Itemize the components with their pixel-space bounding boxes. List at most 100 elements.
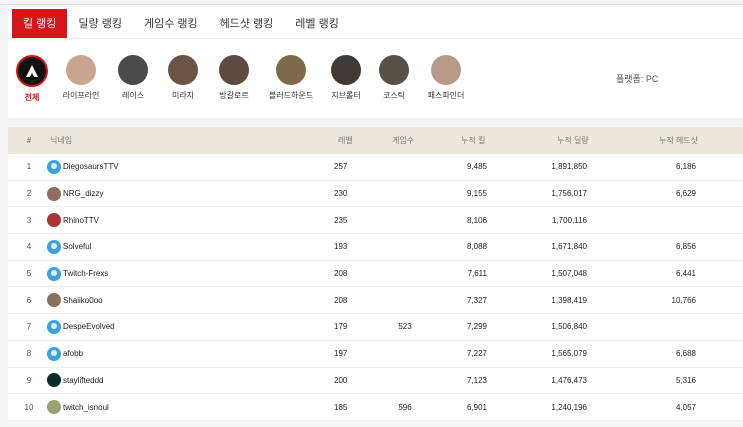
player-name[interactable]: RhinoTTV	[63, 216, 99, 225]
legend-gibraltar[interactable]: 지브롤터	[322, 55, 370, 103]
row-player[interactable]: NRG_dizzy	[47, 186, 103, 201]
row-player[interactable]: Shaiiko0oo	[47, 293, 103, 308]
row-rank: 4	[26, 242, 32, 252]
row-damage: 1,506,840	[551, 322, 587, 332]
row-headshots: 6,629	[675, 189, 696, 199]
player-name[interactable]: Solveful	[63, 242, 91, 251]
player-avatar-icon	[47, 239, 61, 254]
legend-pathfinder[interactable]: 패스파인더	[418, 55, 474, 103]
tab-games-ranking[interactable]: 게임수 랭킹	[133, 9, 209, 39]
legend-label: 방갈로르	[219, 91, 249, 100]
row-kills: 9,155	[466, 189, 487, 199]
legend-caustic[interactable]: 코스틱	[370, 55, 418, 103]
legend-label: 미라지	[171, 91, 195, 100]
row-player[interactable]: RhinoTTV	[47, 213, 99, 228]
player-name[interactable]: Shaiiko0oo	[63, 296, 103, 305]
row-player[interactable]: staylifteddd	[47, 373, 103, 388]
row-kills: 7,123	[466, 375, 487, 385]
pathfinder-portrait-icon	[431, 55, 461, 85]
row-rank: 7	[26, 322, 32, 332]
table-row[interactable]: 9 staylifteddd 200 7,123 1,476,473 5,316	[8, 367, 743, 395]
legend-bloodhound[interactable]: 블러드하운드	[260, 55, 322, 103]
row-player[interactable]: Twitch-Frexs	[47, 266, 108, 281]
row-player[interactable]: DespeEvolved	[47, 319, 115, 334]
tab-damage-ranking[interactable]: 딜량 랭킹	[67, 9, 133, 39]
row-damage: 1,700,116	[552, 215, 587, 225]
row-kills: 6,901	[466, 402, 487, 412]
legend-wraith[interactable]: 레이스	[108, 55, 158, 103]
platform-label: 플랫폼: PC	[616, 74, 659, 84]
row-level: 230	[334, 189, 348, 199]
table-row[interactable]: 3 RhinoTTV 235 8,106 1,700,116	[8, 207, 743, 235]
row-rank: 3	[26, 215, 32, 225]
table-row[interactable]: 8 afobb 197 7,227 1,565,079 6,688	[8, 340, 743, 368]
legend-lifeline[interactable]: 라이프라인	[54, 55, 108, 103]
row-level: 197	[334, 349, 348, 359]
row-player[interactable]: afobb	[47, 346, 83, 361]
row-kills: 8,106	[466, 215, 487, 225]
table-row[interactable]: 5 Twitch-Frexs 208 7,611 1,507,048 6,441	[8, 260, 743, 288]
player-name[interactable]: twitch_isnoul	[63, 403, 109, 412]
header-rank: #	[26, 136, 32, 145]
mirage-portrait-icon	[168, 55, 198, 85]
table-row[interactable]: 2 NRG_dizzy 230 9,155 1,756,017 6,629	[8, 180, 743, 208]
player-name[interactable]: DespeEvolved	[63, 322, 115, 331]
caustic-portrait-icon	[379, 55, 409, 85]
table-row[interactable]: 6 Shaiiko0oo 208 7,327 1,398,419 10,766	[8, 287, 743, 315]
tab-level-ranking[interactable]: 레벨 랭킹	[284, 9, 350, 39]
bangalore-portrait-icon	[219, 55, 249, 85]
lifeline-portrait-icon	[66, 55, 96, 85]
row-headshots: 6,441	[675, 269, 696, 279]
player-avatar-icon	[47, 186, 61, 201]
player-avatar-icon	[47, 293, 61, 308]
player-avatar-icon	[47, 400, 61, 415]
table-row[interactable]: 7 DespeEvolved 179 523 7,299 1,506,840	[8, 314, 743, 341]
row-level: 208	[334, 269, 348, 279]
row-kills: 7,611	[467, 269, 487, 279]
row-player[interactable]: Solveful	[47, 239, 91, 254]
row-player[interactable]: twitch_isnoul	[47, 400, 109, 415]
row-kills: 7,327	[466, 295, 487, 305]
row-damage: 1,476,473	[551, 375, 587, 385]
row-level: 257	[334, 162, 348, 172]
tab-divider	[8, 38, 743, 39]
header-level: 레벨	[338, 136, 353, 145]
player-name[interactable]: NRG_dizzy	[63, 189, 103, 198]
legend-all[interactable]: 전체	[14, 55, 50, 103]
row-headshots: 6,688	[675, 349, 696, 359]
player-name[interactable]: Twitch-Frexs	[63, 269, 108, 278]
bloodhound-portrait-icon	[276, 55, 306, 85]
row-kills: 9,485	[466, 162, 487, 172]
legend-label: 라이프라인	[62, 91, 100, 100]
legend-label: 레이스	[121, 91, 145, 100]
header-damage: 누적 딜량	[557, 136, 589, 145]
player-avatar-icon	[47, 266, 61, 281]
legend-bangalore[interactable]: 방갈로르	[208, 55, 260, 103]
legend-label: 패스파인더	[427, 91, 465, 100]
row-rank: 6	[26, 295, 32, 305]
row-rank: 8	[26, 349, 32, 359]
header-headshots: 누적 헤드샷	[659, 136, 699, 145]
player-avatar-icon	[47, 319, 61, 334]
row-rank: 2	[26, 189, 32, 199]
player-name[interactable]: afobb	[63, 349, 83, 358]
player-avatar-icon	[47, 346, 61, 361]
table-row[interactable]: 4 Solveful 193 8,088 1,671,840 6,856	[8, 234, 743, 261]
player-name[interactable]: DiegosaursTTV	[63, 162, 119, 171]
player-avatar-icon	[47, 213, 61, 228]
player-name[interactable]: staylifteddd	[63, 376, 103, 385]
row-player[interactable]: DiegosaursTTV	[47, 159, 119, 174]
header-games: 게임수	[392, 136, 415, 145]
table-row[interactable]: 10 twitch_isnoul 185 596 6,901 1,240,196 4,057	[8, 394, 743, 421]
table-row[interactable]: 1 DiegosaursTTV 257 9,485 1,891,850 6,186	[8, 154, 743, 181]
tab-headshot-ranking[interactable]: 헤드샷 랭킹	[209, 9, 285, 39]
row-headshots: 4,057	[675, 402, 696, 412]
apex-logo-icon	[16, 55, 48, 87]
row-damage: 1,507,048	[551, 269, 587, 279]
header-kills: 누적 킬	[461, 136, 486, 145]
row-damage: 1,671,840	[551, 242, 587, 252]
row-rank: 5	[26, 269, 32, 279]
row-damage: 1,891,850	[551, 162, 587, 172]
tab-kill-ranking[interactable]: 킬 랭킹	[12, 9, 68, 39]
legend-mirage[interactable]: 미라지	[158, 55, 208, 103]
